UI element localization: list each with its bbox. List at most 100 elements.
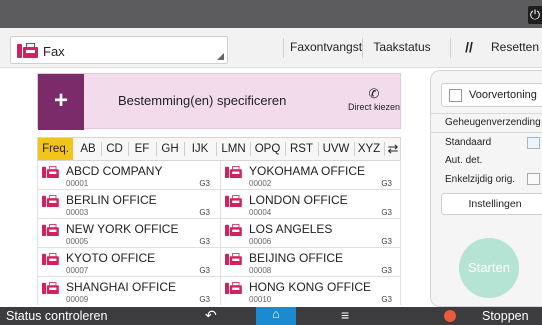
home-button[interactable]: ⌂ (256, 307, 296, 325)
fax-icon (42, 224, 60, 237)
top-strip: ⏻ (0, 0, 542, 28)
job-status-button[interactable]: Taakstatus (366, 28, 438, 68)
tab-ab[interactable]: AB (77, 138, 99, 160)
tab-lmn[interactable]: LMN (218, 138, 249, 160)
fax-icon (225, 224, 243, 237)
switch-list-icon[interactable]: ⇄ (385, 138, 401, 160)
stop-icon (444, 310, 456, 322)
destination-label: Bestemming(en) specificeren (118, 93, 287, 108)
tab-cd[interactable]: CD (103, 138, 126, 160)
entry-number: 00004 (249, 208, 272, 217)
reset-button[interactable]: Resetten (490, 28, 540, 68)
divider (431, 132, 542, 133)
divider (216, 142, 217, 156)
density-label[interactable]: Aut. det. (445, 155, 482, 166)
entry-number: 00010 (249, 295, 272, 304)
settings-button[interactable]: Instellingen › (441, 193, 542, 215)
preview-label: Voorvertoning (469, 89, 537, 101)
fax-icon (225, 195, 243, 208)
entry-number: 00005 (66, 237, 89, 246)
tab-gh[interactable]: GH (158, 138, 182, 160)
list-item[interactable]: KYOTO OFFICE 00007 G3 (38, 248, 220, 277)
fax-icon (42, 166, 60, 179)
divider (450, 38, 451, 58)
tab-ijk[interactable]: IJK (186, 138, 214, 160)
destination-bar[interactable]: + Bestemming(en) specificeren ✆ Direct k… (37, 73, 402, 130)
power-icon[interactable]: ⏻ (528, 6, 542, 24)
mode-select-label: Fax (43, 44, 65, 59)
phone-icon: ✆ (368, 86, 380, 101)
entry-mode: G3 (199, 266, 210, 275)
entry-number: 00007 (66, 266, 89, 275)
list-item[interactable]: BERLIN OFFICE 00003 G3 (38, 190, 220, 219)
list-item[interactable]: LOS ANGELES 00006 G3 (220, 219, 400, 248)
fax-icon (17, 43, 39, 59)
home-icon: ⌂ (272, 307, 280, 321)
entry-name: ABCD COMPANY (66, 164, 163, 178)
entry-number: 00003 (66, 208, 89, 217)
entry-mode: G3 (381, 237, 392, 246)
memory-send-label[interactable]: Geheugenverzending (445, 117, 541, 128)
list-item[interactable]: NEW YORK OFFICE 00005 G3 (38, 219, 220, 248)
entry-mode: G3 (199, 208, 210, 217)
status-check-button[interactable]: Status controleren (6, 309, 107, 323)
entry-name: BEIJING OFFICE (249, 251, 344, 265)
right-panel: Voorvertoning Geheugenverzending Standaa… (430, 70, 542, 307)
preview-toggle[interactable]: Voorvertoning (441, 83, 542, 107)
entry-name: SHANGHAI OFFICE (66, 280, 177, 294)
list-item[interactable]: ABCD COMPANY 00001 G3 (38, 161, 220, 190)
fax-icon (42, 282, 60, 295)
entry-name: KYOTO OFFICE (66, 251, 156, 265)
tab-rst[interactable]: RST (286, 138, 317, 160)
address-tabs: Freq. AB CD EF GH IJK LMN OPQ RST UVW XY… (37, 137, 401, 161)
entry-number: 00002 (249, 179, 272, 188)
divider (362, 38, 363, 58)
add-destination-button[interactable]: + (38, 74, 84, 130)
fax-icon (42, 195, 60, 208)
original-type-label[interactable]: Enkelzijdig orig. (445, 174, 515, 185)
entry-number: 00006 (249, 237, 272, 246)
fax-icon (225, 253, 243, 266)
start-button[interactable]: Starten (459, 238, 519, 298)
entry-name: YOKOHAMA OFFICE (249, 164, 366, 178)
stop-button[interactable]: Stoppen (482, 309, 529, 323)
entry-number: 00008 (249, 266, 272, 275)
list-item[interactable]: HONG KONG OFFICE 00010 G3 (220, 277, 400, 305)
entry-number: 00009 (66, 295, 89, 304)
entry-mode: G3 (381, 179, 392, 188)
tab-freq[interactable]: Freq. (38, 138, 73, 160)
entry-name: LONDON OFFICE (249, 193, 348, 207)
divider (101, 142, 102, 156)
list-item[interactable]: YOKOHAMA OFFICE 00002 G3 (220, 161, 400, 190)
mode-select[interactable]: Fax (10, 36, 228, 64)
list-item[interactable]: SHANGHAI OFFICE 00009 G3 (38, 277, 220, 305)
divider (283, 38, 284, 58)
direct-dial-button[interactable]: ✆ Direct kiezen (346, 86, 402, 112)
entry-mode: G3 (199, 179, 210, 188)
settings-label: Instellingen (468, 198, 522, 210)
checkbox[interactable] (449, 89, 462, 102)
fax-receive-button[interactable]: Faxontvangst (290, 28, 362, 68)
entry-mode: G3 (199, 295, 210, 304)
entry-name: LOS ANGELES (249, 222, 333, 236)
single-sided-icon (527, 173, 540, 185)
tab-ef[interactable]: EF (130, 138, 154, 160)
back-icon[interactable]: ↶ (205, 307, 217, 324)
tab-opq[interactable]: OPQ (251, 138, 284, 160)
fax-icon (42, 253, 60, 266)
divider (184, 142, 185, 156)
tab-uvw[interactable]: UVW (319, 138, 353, 160)
list-item[interactable]: BEIJING OFFICE 00008 G3 (220, 248, 400, 277)
tab-xyz[interactable]: XYZ (355, 138, 383, 160)
direct-dial-label: Direct kiezen (347, 102, 401, 112)
dropdown-corner-icon (217, 53, 224, 60)
entry-mode: G3 (381, 266, 392, 275)
menu-icon[interactable]: ≡ (341, 307, 349, 323)
divider (156, 142, 157, 156)
bottom-bar: Status controleren ↶ ⌂ ≡ Stoppen (0, 307, 542, 325)
fax-icon (225, 166, 243, 179)
entry-name: BERLIN OFFICE (66, 193, 157, 207)
resolution-label[interactable]: Standaard (445, 137, 491, 148)
list-item[interactable]: LONDON OFFICE 00004 G3 (220, 190, 400, 219)
edit-icon[interactable]: // (458, 28, 480, 68)
